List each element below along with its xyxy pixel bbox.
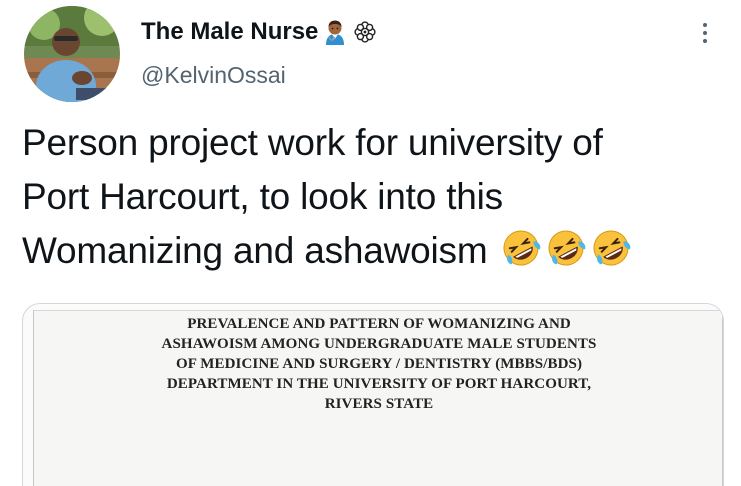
more-icon-dot	[703, 39, 707, 43]
document-title-line: OF MEDICINE AND SURGERY / DENTISTRY (MBB…	[175, 356, 583, 372]
health-worker-man-emoji	[322, 18, 348, 46]
more-icon-dot	[703, 23, 707, 27]
avatar-photo	[24, 6, 120, 102]
rolling-laughing-emoji	[589, 228, 633, 268]
more-icon-dot	[703, 31, 707, 35]
media-card[interactable]: PREVALENCE AND PATTERN OF WOMANIZING AND…	[22, 303, 724, 486]
rolling-laughing-emoji	[499, 228, 543, 268]
tweet-text-line: Womanizing and ashawoism	[22, 224, 722, 278]
document-title-line: RIVERS STATE	[324, 396, 434, 412]
tweet-text-segment: Womanizing and ashawoism	[22, 230, 488, 271]
document-title-line: ASHAWOISM AMONG UNDERGRADUATE MALE STUDE…	[161, 336, 597, 352]
rolling-laughing-emoji	[544, 228, 588, 268]
tweet-text-line: Person project work for university of	[22, 122, 603, 163]
display-name[interactable]: The Male Nurse	[141, 17, 318, 47]
avatar[interactable]	[24, 6, 120, 102]
display-name-row[interactable]: The Male Nurse	[141, 16, 378, 48]
document-title-line: PREVALENCE AND PATTERN OF WOMANIZING AND	[187, 316, 571, 332]
document-title-line: DEPARTMENT IN THE UNIVERSITY OF PORT HAR…	[166, 376, 592, 392]
flower-emoji	[352, 18, 378, 46]
more-icon[interactable]	[688, 16, 722, 50]
user-handle[interactable]: @KelvinOssai	[141, 60, 286, 90]
document-title: PREVALENCE AND PATTERN OF WOMANIZING AND…	[23, 314, 723, 414]
tweet: The Male Nurse @KelvinOssai Person proje…	[0, 0, 741, 486]
tweet-text: Person project work for university of Po…	[22, 116, 722, 278]
tweet-text-line: Port Harcourt, to look into this	[22, 176, 503, 217]
